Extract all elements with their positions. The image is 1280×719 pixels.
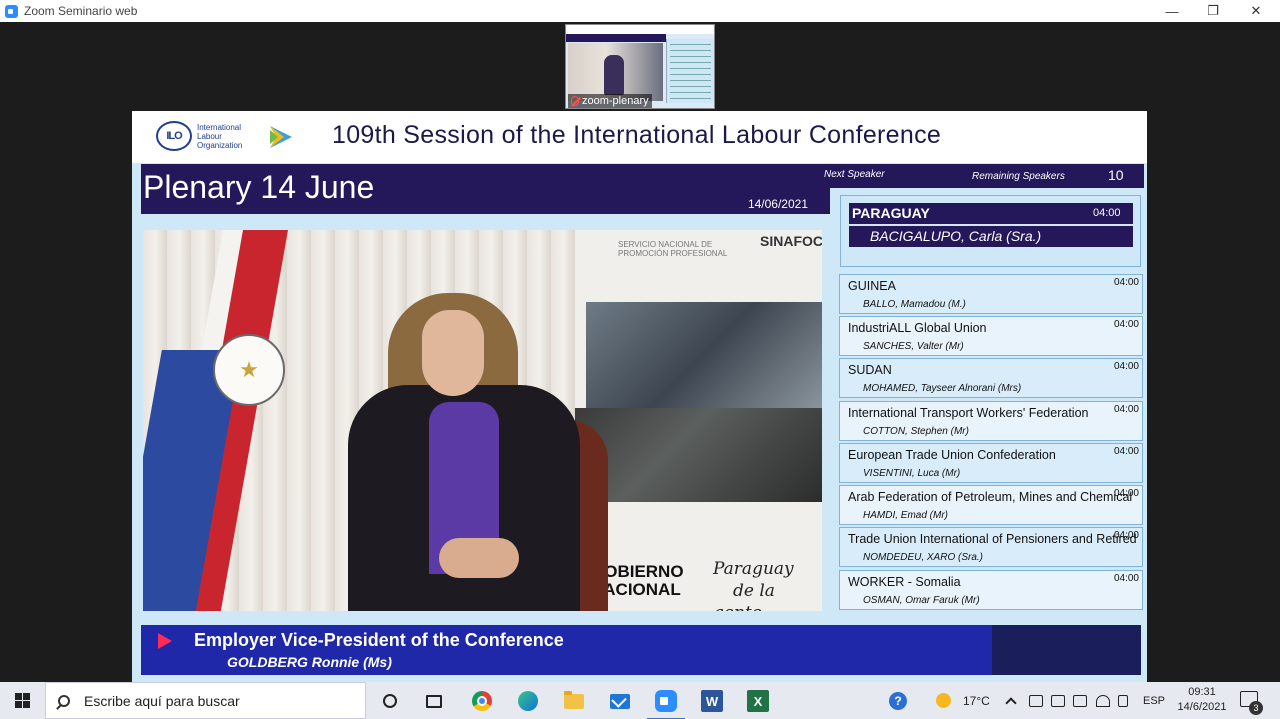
plenary-title: Plenary 14 June — [143, 169, 375, 205]
restore-button[interactable]: ❐ — [1193, 0, 1233, 22]
chrome-icon — [472, 691, 492, 711]
task-view-button[interactable] — [421, 688, 447, 714]
minimize-button[interactable]: — — [1152, 0, 1192, 22]
backdrop-photo — [586, 302, 822, 408]
camera-icon — [1051, 694, 1065, 707]
word-icon: W — [701, 690, 723, 712]
backdrop-header: SERVICIO NACIONAL DE PROMOCIÓN PROFESION… — [618, 240, 728, 258]
help-icon: ? — [889, 691, 907, 710]
taskbar-search[interactable]: Escribe aquí para buscar — [45, 682, 366, 719]
excel-icon: X — [747, 690, 769, 712]
remaining-speakers-count: 10 — [1108, 167, 1124, 183]
chrome-button[interactable] — [469, 688, 495, 714]
list-item: WORKER - Somalia 04:00 OSMAN, Omar Faruk… — [839, 570, 1143, 610]
taskbar: Escribe aquí para buscar W X ? 17°C ESP … — [0, 682, 1280, 719]
current-speaker-name: GOLDBERG Ronnie (Ms) — [227, 654, 392, 670]
list-item: GUINEA 04:00 BALLO, Mamadou (M.) — [839, 274, 1143, 314]
clock-date: 14/6/2021 — [1177, 701, 1227, 713]
help-button[interactable]: ? — [889, 682, 907, 719]
battery-icon — [1073, 694, 1087, 707]
conference-title: 109th Session of the International Labou… — [332, 121, 942, 149]
participant-name: zoom-plenary — [582, 95, 649, 107]
speaker-person — [439, 538, 519, 578]
meeting-stage: zoom-plenary ILO International Labour Or… — [0, 22, 1280, 682]
mail-icon — [610, 693, 630, 709]
list-item: IndustriALL Global Union 04:00 SANCHES, … — [839, 316, 1143, 356]
next-speaker-time: 04:00 — [1093, 207, 1121, 219]
task-view-icon — [426, 694, 442, 708]
file-explorer-button[interactable] — [561, 688, 587, 714]
next-speaker-name: BACIGALUPO, Carla (Sra.) — [849, 226, 1133, 247]
excel-button[interactable]: X — [745, 688, 771, 714]
edge-icon — [518, 691, 538, 711]
conference-slide: ILO International Labour Organization 10… — [132, 111, 1147, 682]
network-icon — [1096, 694, 1110, 707]
tray-app-button[interactable] — [1029, 682, 1043, 719]
backdrop-photo — [575, 408, 822, 502]
play-icon — [158, 633, 172, 649]
list-item: International Transport Workers' Federat… — [839, 401, 1143, 441]
speaker-person — [422, 310, 484, 396]
cortana-button[interactable] — [377, 688, 403, 714]
speaker-video: SERVICIO NACIONAL DE PROMOCIÓN PROFESION… — [143, 230, 822, 611]
plenary-date: 14/06/2021 — [747, 197, 808, 211]
word-button[interactable]: W — [699, 688, 725, 714]
ilo-logo: ILO — [156, 121, 192, 151]
next-speaker-label: Next Speaker — [824, 169, 885, 180]
volume-button[interactable] — [1118, 682, 1128, 719]
windows-start-icon — [15, 693, 30, 708]
plenary-band: Plenary 14 June 14/06/2021 — [141, 164, 830, 214]
participant-thumbnail[interactable]: zoom-plenary — [565, 24, 715, 109]
current-speaker-role: Employer Vice-President of the Conferenc… — [194, 630, 564, 650]
taskbar-clock[interactable]: 09:31 14/6/2021 — [1172, 685, 1232, 715]
ilo-name: International Labour Organization — [197, 123, 243, 150]
meet-now-button[interactable] — [1051, 682, 1065, 719]
backdrop-slogan: Paraguay de la gente — [713, 559, 794, 611]
chevron-up-icon — [1005, 696, 1017, 709]
file-explorer-icon — [564, 690, 584, 709]
volume-icon — [1118, 694, 1128, 707]
show-hidden-icons-button[interactable] — [1005, 682, 1017, 719]
start-button[interactable] — [0, 682, 45, 719]
window-titlebar: Zoom Seminario web — ❐ ✕ — [0, 0, 1280, 22]
window-title: Zoom Seminario web — [24, 4, 138, 18]
clock-time: 09:31 — [1188, 686, 1216, 698]
edge-button[interactable] — [515, 688, 541, 714]
mail-button[interactable] — [607, 688, 633, 714]
next-speaker-country: PARAGUAY — [849, 203, 1133, 224]
list-item: SUDAN 04:00 MOHAMED, Tayseer Alnorani (M… — [839, 358, 1143, 398]
remaining-speakers-label: Remaining Speakers — [972, 171, 1065, 182]
cortana-icon — [383, 694, 397, 708]
coat-of-arms-icon — [213, 334, 285, 406]
network-button[interactable] — [1096, 682, 1110, 719]
tray-app-icon — [1029, 694, 1043, 707]
weather-icon — [936, 693, 951, 708]
arrow-logo-icon — [270, 126, 292, 148]
zoom-button[interactable] — [647, 688, 685, 719]
notification-badge: 3 — [1249, 701, 1263, 715]
current-speaker-band-end — [992, 625, 1141, 675]
zoom-icon — [655, 690, 677, 712]
backdrop-logo: SINAFOC — [760, 233, 822, 249]
thumbnail-label: zoom-plenary — [568, 94, 652, 108]
list-item: Trade Union International of Pensioners … — [839, 527, 1143, 567]
list-item: European Trade Union Confederation 04:00… — [839, 443, 1143, 483]
zoom-logo-icon — [5, 4, 18, 18]
list-item: Arab Federation of Petroleum, Mines and … — [839, 485, 1143, 525]
language-indicator[interactable]: ESP — [1143, 682, 1165, 719]
close-button[interactable]: ✕ — [1236, 0, 1276, 22]
search-placeholder: Escribe aquí para buscar — [84, 692, 240, 709]
search-icon — [58, 694, 70, 707]
battery-button[interactable] — [1073, 682, 1087, 719]
weather-widget[interactable]: 17°C — [936, 682, 990, 719]
temperature: 17°C — [963, 693, 990, 708]
speaker-list: GUINEA 04:00 BALLO, Mamadou (M.) Industr… — [839, 274, 1143, 612]
mic-muted-icon — [571, 96, 579, 106]
